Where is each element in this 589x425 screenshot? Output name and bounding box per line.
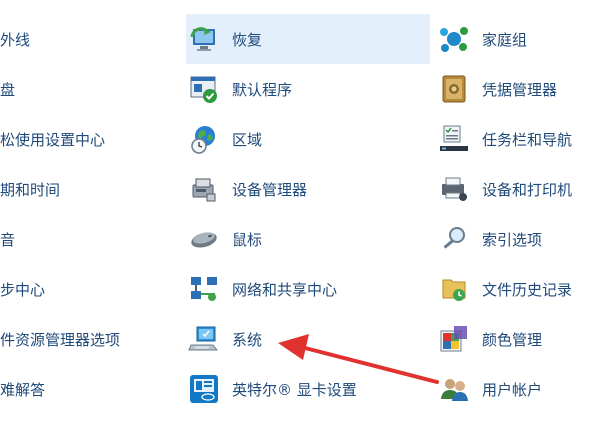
cp-item-label: 音 [0, 230, 16, 249]
cp-item-taskbar-navigation[interactable]: 任务栏和导航 [435, 114, 589, 164]
cp-item-label: 网络和共享中心 [232, 280, 338, 299]
region-icon [188, 123, 220, 155]
file-history-icon [438, 273, 470, 305]
cp-item-left-3[interactable]: 松使用设置中心 [0, 114, 180, 164]
device-manager-icon [188, 173, 220, 205]
cp-item-left-1[interactable]: 外线 [0, 14, 180, 64]
cp-item-label: 鼠标 [232, 230, 263, 249]
cp-item-device-manager[interactable]: 设备管理器 [186, 164, 430, 214]
cp-item-label: 件资源管理器选项 [0, 330, 121, 349]
cp-item-left-5[interactable]: 音 [0, 214, 180, 264]
recovery-icon [188, 23, 220, 55]
cp-item-label: 设备管理器 [232, 180, 308, 199]
color-management-icon [438, 323, 470, 355]
network-sharing-icon [188, 273, 220, 305]
cp-item-left-7[interactable]: 件资源管理器选项 [0, 314, 180, 364]
cp-item-network-sharing[interactable]: 网络和共享中心 [186, 264, 430, 314]
partial-top-icon-middle [200, 0, 220, 6]
cp-item-label: 家庭组 [482, 30, 528, 49]
cp-item-label: 任务栏和导航 [482, 130, 573, 149]
cp-item-label: 区域 [232, 130, 263, 149]
cp-item-region[interactable]: 区域 [186, 114, 430, 164]
cp-item-label: 盘 [0, 80, 16, 99]
cp-item-label: 文件历史记录 [482, 280, 573, 299]
homegroup-icon [438, 23, 470, 55]
cp-item-user-accounts[interactable]: 用户帐户 [435, 364, 589, 414]
cp-item-recovery[interactable]: 恢复 [186, 14, 430, 64]
cp-item-label: 索引选项 [482, 230, 543, 249]
cp-item-left-8[interactable]: 难解答 [0, 364, 180, 414]
cp-item-homegroup[interactable]: 家庭组 [435, 14, 589, 64]
cp-item-label: 凭据管理器 [482, 80, 558, 99]
cp-item-indexing-options[interactable]: 索引选项 [435, 214, 589, 264]
cp-item-left-6[interactable]: 步中心 [0, 264, 180, 314]
cp-item-credential-manager[interactable]: 凭据管理器 [435, 64, 589, 114]
cp-item-label: 松使用设置中心 [0, 130, 106, 149]
cp-item-label: 难解答 [0, 380, 46, 399]
cp-item-file-history[interactable]: 文件历史记录 [435, 264, 589, 314]
cp-item-label: 用户帐户 [482, 380, 543, 399]
intel-graphics-icon [188, 373, 220, 405]
cp-item-label: 系统 [232, 330, 263, 349]
default-programs-icon [188, 73, 220, 105]
taskbar-icon [438, 123, 470, 155]
cp-item-devices-printers[interactable]: 设备和打印机 [435, 164, 589, 214]
printer-icon [438, 173, 470, 205]
cp-item-color-management[interactable]: 颜色管理 [435, 314, 589, 364]
cp-item-label: 步中心 [0, 280, 46, 299]
cp-item-intel-graphics[interactable]: 英特尔® 显卡设置 [186, 364, 430, 414]
cp-item-system[interactable]: 系统 [186, 314, 430, 364]
cp-item-label: 默认程序 [232, 80, 293, 99]
indexing-icon [438, 223, 470, 255]
credential-manager-icon [438, 73, 470, 105]
cp-item-mouse[interactable]: 鼠标 [186, 214, 430, 264]
cp-item-label: 颜色管理 [482, 330, 543, 349]
cp-item-label: 外线 [0, 30, 31, 49]
cp-item-default-programs[interactable]: 默认程序 [186, 64, 430, 114]
mouse-icon [188, 223, 220, 255]
partial-top-icon-right [450, 0, 470, 6]
cp-item-label: 恢复 [232, 30, 263, 49]
cp-item-label: 设备和打印机 [482, 180, 573, 199]
system-icon [188, 323, 220, 355]
cp-item-left-2[interactable]: 盘 [0, 64, 180, 114]
cp-item-left-4[interactable]: 期和时间 [0, 164, 180, 214]
cp-item-label: 期和时间 [0, 180, 61, 199]
user-accounts-icon [438, 373, 470, 405]
cp-item-label: 英特尔® 显卡设置 [232, 380, 357, 399]
